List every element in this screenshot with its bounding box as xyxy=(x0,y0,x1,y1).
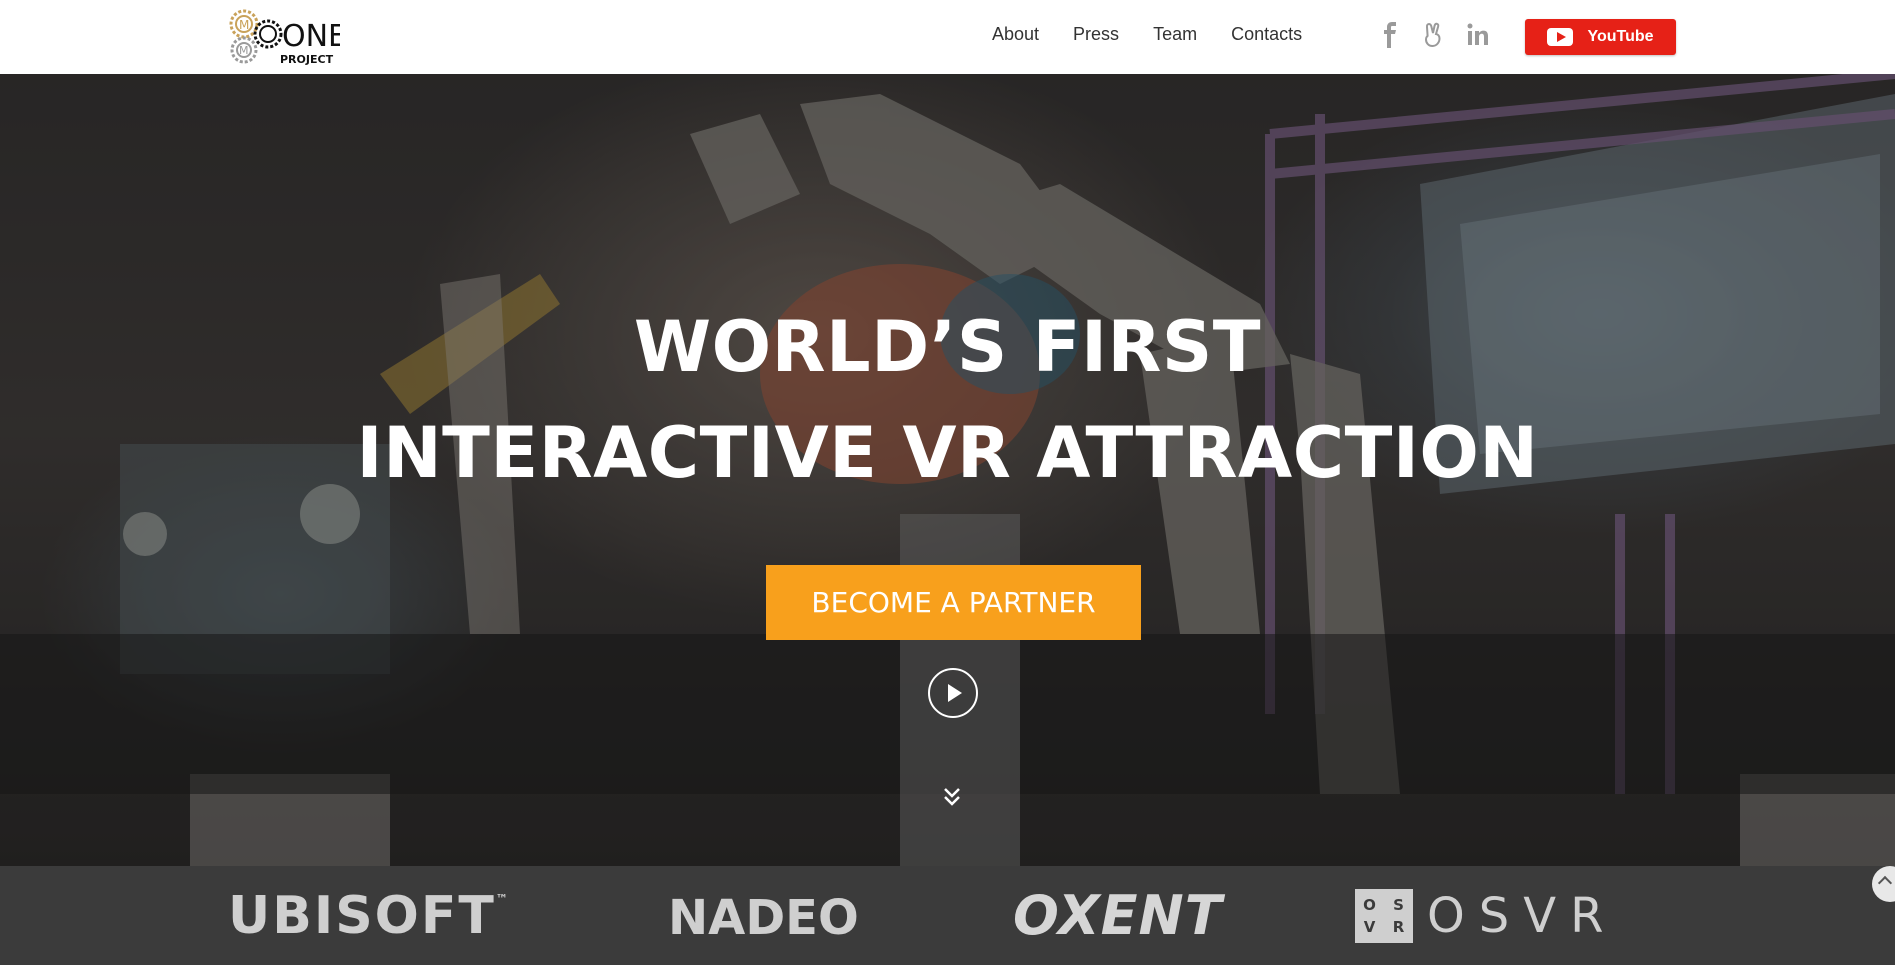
osvr-logo[interactable]: O S V R OSVR xyxy=(1355,888,1617,944)
nav-team[interactable]: Team xyxy=(1153,24,1197,45)
site-header: M M ONE PROJECT About Press Team Contact… xyxy=(0,0,1895,74)
svg-text:ONE: ONE xyxy=(282,19,340,54)
gear-icon: M M xyxy=(229,9,283,64)
partners-bar: UBISOFT™ NADEO OXENT O S V R OSVR xyxy=(0,866,1895,965)
osvr-box-mark: O S V R xyxy=(1355,889,1413,943)
svg-text:M: M xyxy=(239,18,249,32)
linkedin-icon[interactable] xyxy=(1466,22,1490,48)
become-partner-button[interactable]: BECOME A PARTNER xyxy=(766,565,1141,640)
svg-text:M: M xyxy=(239,44,249,57)
hero-section: WORLD’S FIRST INTERACTIVE VR ATTRACTION … xyxy=(0,74,1895,866)
youtube-button[interactable]: YouTube xyxy=(1525,19,1676,55)
main-nav: About Press Team Contacts xyxy=(992,24,1302,45)
nadeo-logo[interactable]: NADEO xyxy=(668,890,859,946)
hero-headline-line2: INTERACTIVE VR ATTRACTION xyxy=(356,412,1539,494)
hero-headline-line1: WORLD’S FIRST xyxy=(633,306,1262,388)
victory-hand-icon[interactable] xyxy=(1422,22,1446,48)
social-links xyxy=(1378,22,1490,48)
oxent-logo[interactable]: OXENT xyxy=(1013,884,1223,947)
one-project-logo[interactable]: M M ONE PROJECT xyxy=(228,6,347,66)
play-video-icon[interactable] xyxy=(928,668,978,718)
youtube-label: YouTube xyxy=(1587,28,1654,45)
svg-text:PROJECT: PROJECT xyxy=(280,53,334,66)
facebook-icon[interactable] xyxy=(1378,22,1402,48)
nav-contacts[interactable]: Contacts xyxy=(1231,24,1302,45)
youtube-play-icon xyxy=(1547,28,1574,46)
nav-about[interactable]: About xyxy=(992,24,1039,45)
scroll-down-icon[interactable] xyxy=(942,786,962,808)
ubisoft-logo[interactable]: UBISOFT™ xyxy=(228,886,510,946)
nav-press[interactable]: Press xyxy=(1073,24,1119,45)
